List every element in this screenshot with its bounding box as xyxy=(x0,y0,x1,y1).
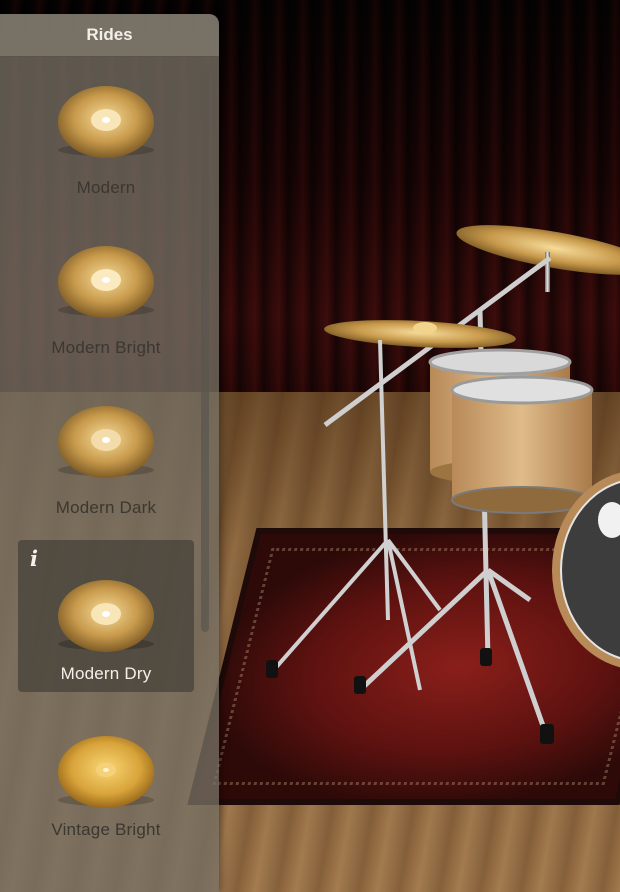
crash-cymbal xyxy=(324,320,516,348)
ride-cymbal-icon xyxy=(54,578,158,658)
list-scrollbar[interactable] xyxy=(201,64,209,632)
ride-cymbal-icon xyxy=(54,734,158,814)
ride-cymbal-icon xyxy=(54,244,158,324)
info-icon[interactable]: i xyxy=(30,546,38,571)
preset-label: Modern Bright xyxy=(51,338,161,357)
preset-panel: Rides Modern Modern Bright Modern Dark i… xyxy=(0,14,219,892)
preset-item-modern-bright[interactable]: Modern Bright xyxy=(18,218,194,370)
preset-item-modern-dry[interactable]: i Modern Dry xyxy=(18,540,194,692)
preset-label: Modern xyxy=(76,178,136,197)
preset-label: Modern Dry xyxy=(60,664,152,683)
preset-item-modern-dark[interactable]: Modern Dark xyxy=(18,378,194,530)
preset-label: Modern Dark xyxy=(55,498,157,517)
rack-tom-front xyxy=(450,375,594,514)
preset-label: Vintage Bright xyxy=(51,820,161,839)
ride-cymbal-icon xyxy=(54,404,158,484)
preset-item-modern[interactable]: Modern xyxy=(18,58,194,210)
preset-item-vintage-bright[interactable]: Vintage Bright xyxy=(18,698,194,850)
ride-cymbal-icon xyxy=(54,84,158,164)
drum-kit-stage: Rides Modern Modern Bright Modern Dark i… xyxy=(0,0,620,892)
ride-cymbal xyxy=(456,225,620,292)
panel-title: Rides xyxy=(0,14,219,57)
